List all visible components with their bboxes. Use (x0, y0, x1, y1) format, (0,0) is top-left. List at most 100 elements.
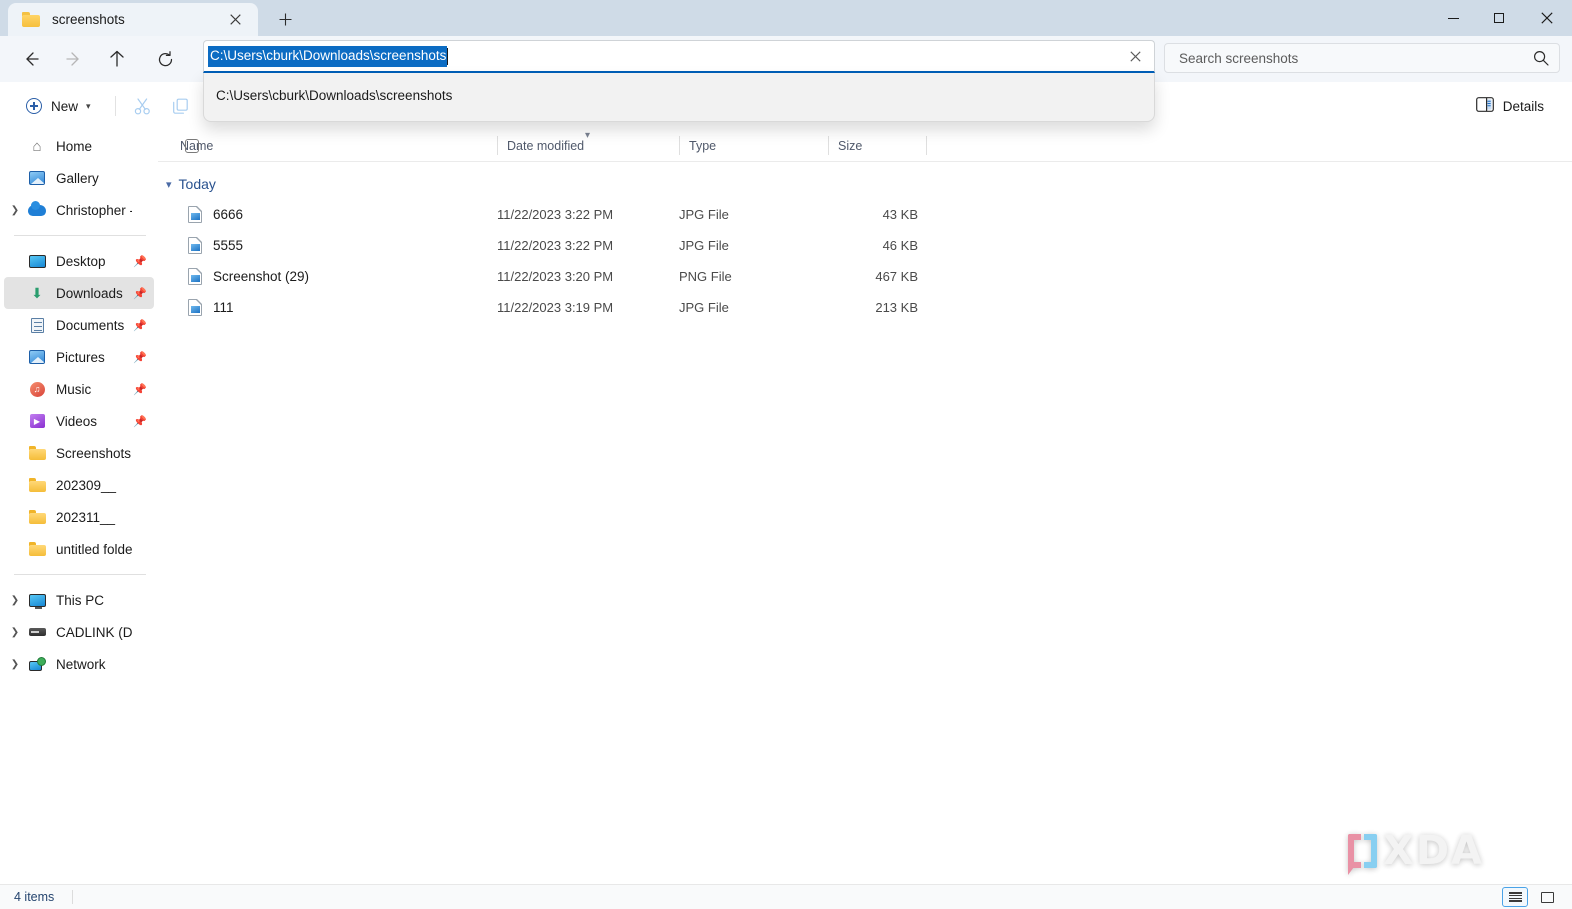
scissors-icon (134, 97, 150, 114)
plus-circle-icon (26, 98, 42, 114)
chevron-down-icon[interactable]: ▾ (86, 101, 91, 112)
details-pane-button[interactable]: Details (1468, 90, 1552, 122)
table-row[interactable]: 5555 11/22/2023 3:22 PM JPG File 46 KB (158, 230, 1572, 261)
table-row[interactable]: 6666 11/22/2023 3:22 PM JPG File 43 KB (158, 199, 1572, 230)
file-size: 467 KB (875, 269, 918, 284)
table-row[interactable]: 111 11/22/2023 3:19 PM JPG File 213 KB (158, 292, 1572, 323)
up-button[interactable] (100, 43, 134, 75)
pin-icon[interactable]: 📌 (132, 351, 148, 364)
arrow-up-icon (110, 50, 124, 67)
drive-icon (28, 628, 46, 636)
details-view-button[interactable] (1502, 887, 1528, 907)
file-rows: 6666 11/22/2023 3:22 PM JPG File 43 KB 5555 1… (158, 199, 1572, 323)
network-icon (28, 657, 46, 671)
address-suggestion-item[interactable]: C:\Users\cburk\Downloads\screenshots (204, 77, 1154, 113)
sidebar-item-downloads[interactable]: ⬇ Downloads 📌 (4, 277, 154, 309)
file-name: 111 (213, 300, 234, 315)
file-name: Screenshot (29) (213, 269, 310, 284)
pin-icon[interactable]: 📌 (132, 255, 148, 268)
image-file-icon (188, 299, 202, 316)
sidebar-item-label: Screenshots (56, 445, 132, 461)
search-icon[interactable] (1533, 50, 1549, 66)
sidebar-item-pictures[interactable]: Pictures 📌 (4, 341, 154, 373)
tiles-view-button[interactable] (1534, 887, 1560, 907)
column-header-end (926, 130, 936, 162)
copy-icon (173, 98, 188, 114)
address-suggestions-dropdown: C:\Users\cburk\Downloads\screenshots (203, 73, 1155, 122)
xda-watermark-text: XDA (1383, 828, 1484, 874)
sidebar-item-music[interactable]: ♫ Music 📌 (4, 373, 154, 405)
group-header-today[interactable]: ▾ Today (158, 169, 1572, 199)
new-tab-button[interactable] (268, 3, 302, 36)
pin-icon[interactable]: 📌 (132, 415, 148, 428)
sidebar-item-documents[interactable]: Documents 📌 (4, 309, 154, 341)
search-input[interactable]: Search screenshots (1179, 51, 1533, 66)
column-header-type-label: Type (689, 138, 717, 153)
file-size: 213 KB (875, 300, 918, 315)
status-bar: 4 items (0, 884, 1572, 909)
chevron-right-icon[interactable]: ❯ (4, 659, 26, 670)
sidebar-item-cadlink-d[interactable]: ❯ CADLINK (D:) (4, 616, 154, 648)
toolbar-divider (114, 96, 116, 116)
select-all-checkbox[interactable] (185, 138, 199, 153)
address-input[interactable]: C:\Users\cburk\Downloads\screenshots (208, 45, 448, 67)
chevron-right-icon[interactable]: ❯ (4, 627, 26, 638)
pin-icon[interactable]: 📌 (132, 319, 148, 332)
address-bar[interactable]: C:\Users\cburk\Downloads\screenshots (203, 40, 1155, 73)
folder-icon (22, 12, 40, 27)
chevron-right-icon[interactable]: ❯ (4, 205, 26, 216)
sidebar-item-label: untitled folder (56, 541, 132, 557)
item-count-label: 4 items (14, 890, 55, 904)
refresh-button[interactable] (148, 43, 182, 75)
sidebar-item-home[interactable]: ⌂ Home (4, 130, 154, 162)
back-button[interactable] (14, 43, 48, 75)
sidebar-item-label: Videos (56, 413, 98, 429)
pin-icon[interactable]: 📌 (132, 383, 148, 396)
title-bar: screenshots (0, 0, 1572, 36)
copy-button[interactable] (162, 90, 200, 122)
sidebar-item-screenshots[interactable]: Screenshots (4, 437, 154, 469)
search-box[interactable]: Search screenshots (1164, 43, 1560, 73)
minimize-button[interactable] (1430, 0, 1476, 36)
sidebar-item-label: 202311__ (56, 509, 116, 525)
sidebar-item-202309[interactable]: 202309__ (4, 469, 154, 501)
sidebar-item-label: Gallery (56, 170, 99, 186)
close-button[interactable] (1522, 0, 1572, 36)
sidebar-item-this-pc[interactable]: ❯ This PC (4, 584, 154, 616)
file-list-pane: Name Date modified Type Size ▾ ▾ Today 6… (158, 130, 1572, 884)
column-header-size-label: Size (838, 138, 863, 153)
details-pane-label: Details (1502, 98, 1544, 114)
column-headers: Name Date modified Type Size ▾ (158, 130, 1572, 162)
arrow-right-icon (66, 52, 79, 66)
file-type: JPG File (679, 300, 729, 315)
column-header-name[interactable]: Name (158, 130, 497, 162)
file-date-modified: 11/22/2023 3:22 PM (497, 238, 614, 253)
file-size: 46 KB (882, 238, 918, 253)
image-file-icon (188, 268, 202, 285)
sidebar-item-videos[interactable]: ▶ Videos 📌 (4, 405, 154, 437)
sort-indicator-icon: ▾ (585, 130, 591, 141)
file-date-modified: 11/22/2023 3:19 PM (497, 300, 614, 315)
sidebar-item-gallery[interactable]: Gallery (4, 162, 154, 194)
sidebar-item-untitled-folder[interactable]: untitled folder (4, 533, 154, 565)
chevron-right-icon[interactable]: ❯ (4, 595, 26, 606)
sidebar-item-christopher-perso[interactable]: ❯ Christopher - Perso (4, 194, 154, 226)
table-row[interactable]: Screenshot (29) 11/22/2023 3:20 PM PNG Fil… (158, 261, 1572, 292)
tab-screenshots[interactable]: screenshots (8, 3, 258, 36)
pin-icon[interactable]: 📌 (132, 287, 148, 300)
column-header-type[interactable]: Type (679, 130, 828, 162)
forward-button[interactable] (57, 43, 91, 75)
cut-button[interactable] (124, 90, 162, 122)
image-file-icon (188, 237, 202, 254)
sidebar-item-network[interactable]: ❯ Network (4, 648, 154, 680)
column-header-size[interactable]: Size (828, 130, 926, 162)
image-icon (29, 350, 45, 364)
file-type: JPG File (679, 238, 729, 253)
maximize-button[interactable] (1476, 0, 1522, 36)
chevron-down-icon[interactable]: ▾ (166, 178, 172, 191)
sidebar-item-202311[interactable]: 202311__ (4, 501, 154, 533)
address-clear-icon[interactable] (1122, 43, 1148, 69)
sidebar-item-desktop[interactable]: Desktop 📌 (4, 245, 154, 277)
new-button[interactable]: New ▾ (16, 90, 101, 122)
tab-close-icon[interactable] (222, 7, 248, 33)
